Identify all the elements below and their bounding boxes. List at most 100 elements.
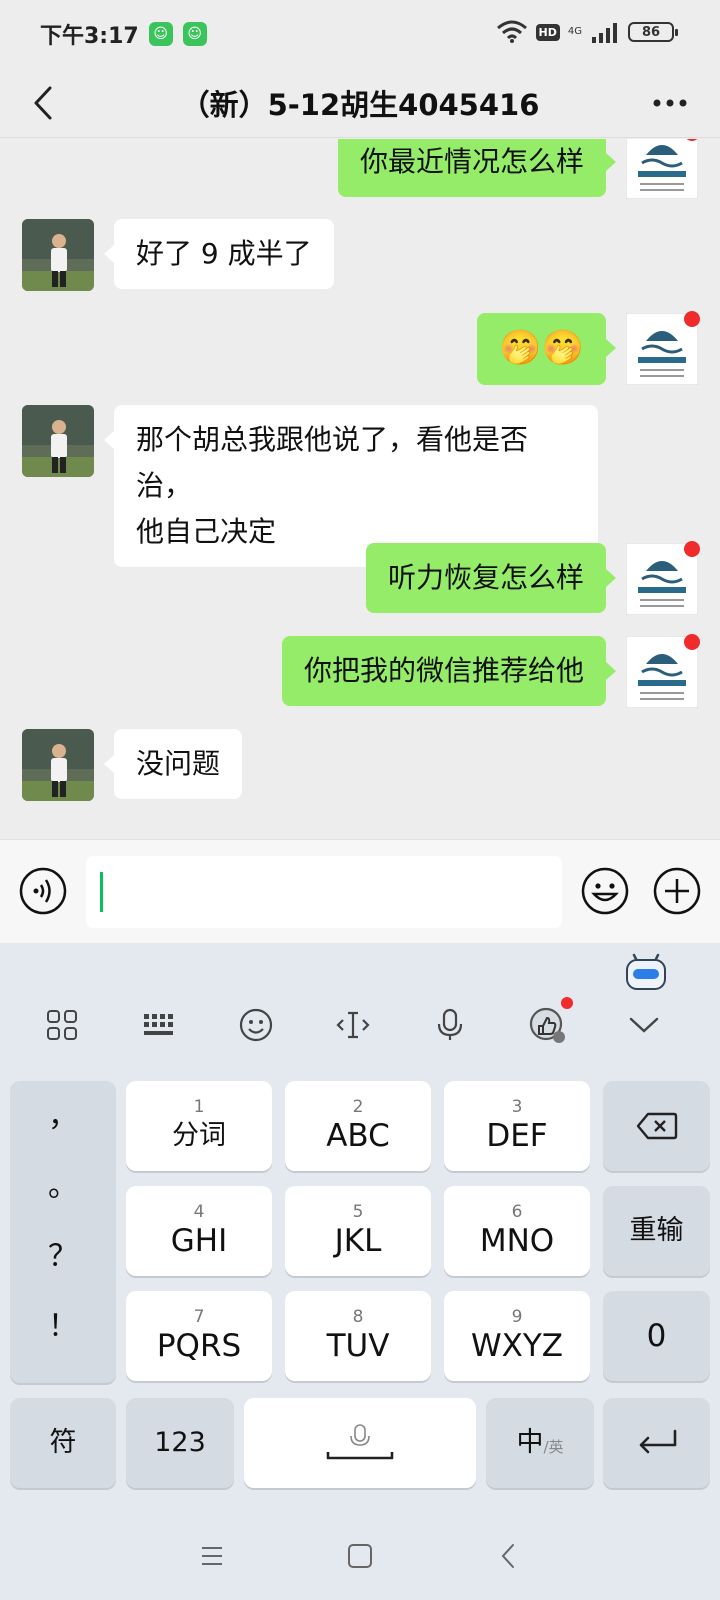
network-label: 4G — [567, 26, 582, 37]
punct-key[interactable]: ！ — [10, 1301, 116, 1345]
symbol-key[interactable]: 符 — [10, 1398, 116, 1488]
key-label: TUV — [326, 1328, 390, 1364]
key-number: 6 — [511, 1202, 523, 1222]
nav-home-button[interactable] — [340, 1536, 380, 1576]
key-number: 9 — [511, 1307, 523, 1327]
ime-collapse-button[interactable] — [622, 1003, 666, 1047]
message-bubble[interactable]: 好了 9 成半了 — [104, 219, 334, 289]
keyboard-icon — [144, 1014, 173, 1035]
key-2[interactable]: 2 ABC — [285, 1081, 431, 1171]
punct-key[interactable]: ， — [10, 1091, 116, 1135]
key-number: 8 — [352, 1307, 364, 1327]
lang-main-label: 中 — [516, 1427, 544, 1458]
system-nav-bar — [0, 1506, 720, 1600]
input-bar — [0, 839, 720, 943]
key-5[interactable]: 5 JKL — [285, 1186, 431, 1276]
status-time: 下午3:17 — [40, 24, 139, 49]
space-key[interactable] — [244, 1398, 476, 1488]
key-1[interactable]: 1 分词 — [126, 1081, 272, 1171]
message-input[interactable] — [86, 856, 562, 928]
zero-key[interactable]: 0 — [603, 1291, 710, 1381]
unread-dot — [684, 634, 700, 650]
key-3[interactable]: 3 DEF — [444, 1081, 590, 1171]
backspace-key[interactable] — [603, 1081, 710, 1171]
key-number: 4 — [193, 1202, 205, 1222]
key-number: 3 — [511, 1097, 523, 1117]
mic-icon — [437, 1008, 463, 1040]
key-7[interactable]: 7 PQRS — [126, 1291, 272, 1381]
message-text: 你最近情况怎么样 — [359, 145, 584, 178]
my-avatar[interactable] — [625, 139, 700, 200]
key-label: PQRS — [156, 1328, 242, 1364]
message-list[interactable]: 你最近情况怎么样 好了 9 成半了 🤭🤭 那个胡总我跟他说了，看他是否治， 他自… — [0, 139, 720, 839]
contact-avatar[interactable] — [22, 729, 94, 801]
ime-ad-button[interactable] — [525, 997, 573, 1047]
key-label: ABC — [326, 1118, 390, 1154]
voice-icon — [19, 867, 67, 915]
key-label: 符 — [49, 1427, 77, 1458]
back-button[interactable] — [18, 76, 68, 130]
space-mic-icon — [326, 1424, 394, 1460]
enter-key[interactable] — [603, 1398, 710, 1488]
message-bubble[interactable]: 没问题 — [103, 729, 243, 799]
key-4[interactable]: 4 GHI — [126, 1186, 272, 1276]
punct-key[interactable]: 。 — [10, 1161, 116, 1205]
text-caret — [100, 872, 103, 912]
ime-voice-button[interactable] — [428, 1003, 472, 1047]
nav-home-icon — [348, 1544, 372, 1568]
my-avatar[interactable] — [625, 311, 700, 386]
ime-layout-button[interactable] — [137, 1003, 181, 1047]
lang-sub-label: /英 — [543, 1437, 564, 1456]
signal-icon — [592, 23, 617, 43]
ime-keyboard: ， 。 ？ ！ 1 分词 2 ABC 3 DEF 4 GHI 5 JKL 6 M… — [0, 943, 720, 1506]
key-label: 分词 — [172, 1120, 226, 1151]
contact-avatar[interactable] — [22, 405, 94, 477]
grid-icon — [47, 1010, 77, 1040]
message-bubble[interactable]: 你把我的微信推荐给他 — [281, 636, 617, 706]
ime-cursor-button[interactable] — [331, 1003, 375, 1047]
emoji-icon — [581, 867, 629, 915]
person-photo-icon — [22, 219, 94, 291]
unread-dot — [684, 541, 700, 557]
key-label: 0 — [646, 1318, 667, 1354]
ime-toolbar — [0, 983, 720, 1063]
key-6[interactable]: 6 MNO — [444, 1186, 590, 1276]
key-label: 123 — [154, 1427, 206, 1458]
unread-dot — [684, 311, 700, 327]
numbers-key[interactable]: 123 — [126, 1398, 234, 1488]
more-icon — [653, 99, 687, 107]
punct-key[interactable]: ？ — [10, 1231, 116, 1275]
more-button[interactable] — [640, 78, 700, 128]
key-label: WXYZ — [470, 1328, 564, 1364]
message-text-line: 那个胡总我跟他说了，看他是否治， — [136, 423, 529, 502]
lang-switch-key[interactable]: 中 /英 — [486, 1398, 594, 1488]
reinput-key[interactable]: 重输 — [603, 1186, 710, 1276]
my-avatar[interactable] — [625, 634, 700, 709]
logo-avatar-icon — [625, 139, 699, 200]
plus-icon — [653, 867, 701, 915]
message-bubble[interactable]: 听力恢复怎么样 — [365, 543, 617, 613]
key-number: 2 — [352, 1097, 364, 1117]
more-functions-button[interactable] — [652, 866, 702, 916]
emoji-button[interactable] — [580, 866, 630, 916]
message-bubble[interactable]: 你最近情况怎么样 — [337, 139, 617, 197]
backspace-icon — [636, 1112, 677, 1140]
app-notification-icon: ☺ — [148, 22, 173, 46]
battery-indicator: 86 — [628, 22, 678, 42]
key-number: 7 — [193, 1307, 205, 1327]
my-avatar[interactable] — [625, 541, 700, 616]
voice-button[interactable] — [18, 866, 68, 916]
punctuation-column[interactable]: ， 。 ？ ！ — [10, 1081, 116, 1383]
key-9[interactable]: 9 WXYZ — [444, 1291, 590, 1381]
ime-apps-button[interactable] — [40, 1003, 84, 1047]
nav-menu-button[interactable] — [192, 1536, 232, 1576]
nav-back-button[interactable] — [488, 1536, 528, 1576]
key-8[interactable]: 8 TUV — [285, 1291, 431, 1381]
ime-emoji-button[interactable] — [234, 1003, 278, 1047]
collapse-icon — [629, 1017, 659, 1033]
contact-avatar[interactable] — [22, 219, 94, 291]
message-bubble[interactable]: 🤭🤭 — [477, 313, 616, 385]
key-number: 5 — [352, 1202, 364, 1222]
chat-title: （新）5-12胡生4045416 — [180, 87, 540, 122]
message-text: 好了 9 成半了 — [136, 237, 312, 270]
